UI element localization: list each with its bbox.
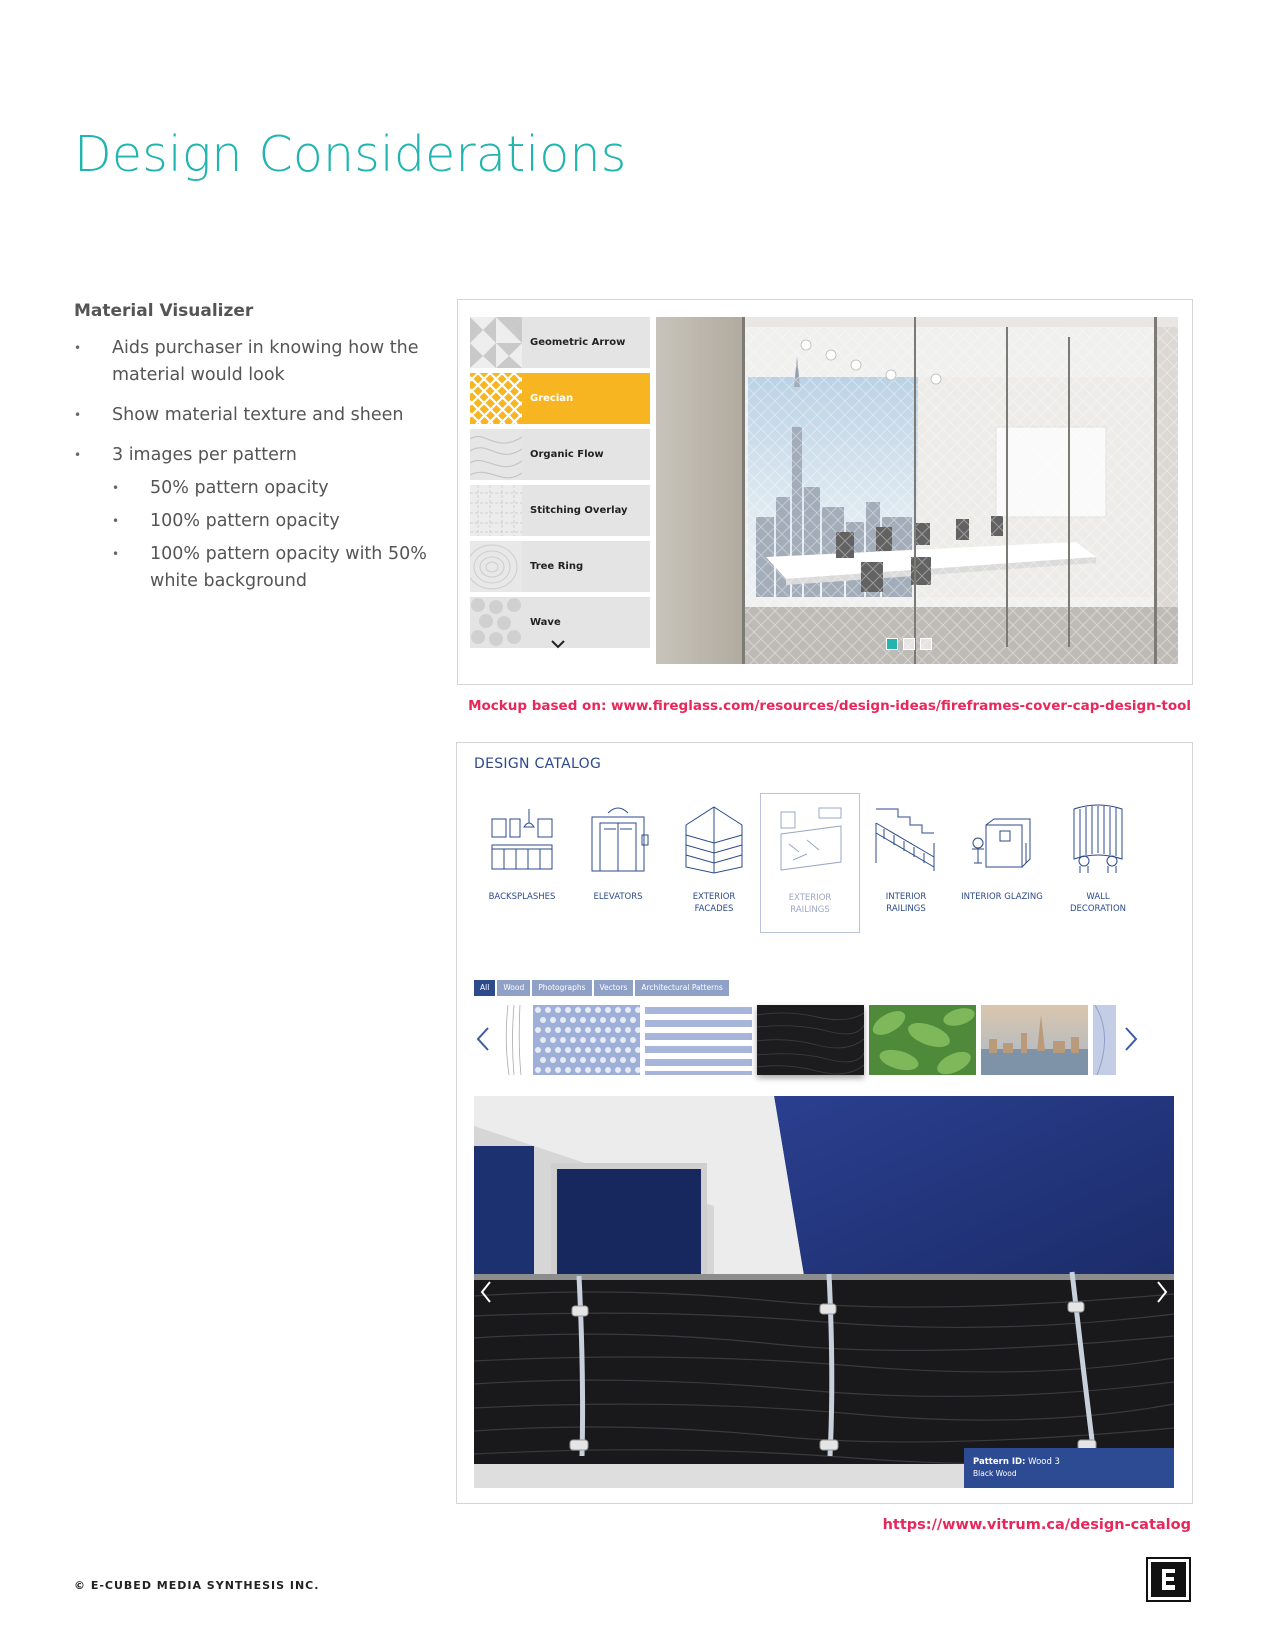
category-label: ELEVATORS — [593, 892, 643, 902]
office-room-illustration — [656, 317, 1178, 664]
pattern-item-organic-flow[interactable]: Organic Flow — [470, 429, 650, 480]
filter-all[interactable]: All — [474, 980, 496, 996]
company-logo — [1146, 1557, 1191, 1602]
pattern-label: Geometric Arrow — [530, 337, 626, 348]
railing-photo — [474, 1096, 1174, 1488]
chevron-down-icon[interactable] — [551, 637, 565, 651]
pattern-tile-lines[interactable] — [502, 1005, 524, 1075]
category-label: INTERIOR RAILINGS — [885, 892, 927, 914]
category-interior-railings[interactable]: INTERIOR RAILINGS — [856, 793, 956, 933]
wave-swatch — [470, 597, 522, 648]
design-catalog-mockup: DESIGN CATALOG BACKSPLASHES ELEVATORS EX… — [456, 742, 1193, 1504]
pattern-tile-leaves[interactable] — [869, 1005, 976, 1075]
pattern-tile-dots[interactable] — [533, 1005, 640, 1075]
pattern-tile-stripes[interactable] — [645, 1005, 752, 1075]
pattern-label: Tree Ring — [530, 561, 584, 572]
pager-dot[interactable] — [903, 638, 915, 650]
category-elevators[interactable]: ELEVATORS — [568, 793, 668, 933]
sub-bullet-text: 100% pattern opacity with 50% white back… — [150, 544, 427, 591]
exterior-railing-icon — [780, 807, 842, 871]
pattern-tile-black-wood[interactable] — [757, 1005, 864, 1075]
mockup-source-link[interactable]: Mockup based on: www.fireglass.com/resou… — [468, 698, 1191, 714]
sub-bullet-text: 100% pattern opacity — [150, 511, 340, 531]
pattern-id-line: Pattern ID: Wood 3 — [973, 1457, 1060, 1467]
pager-dot[interactable] — [886, 638, 898, 650]
bullet-text: Show material texture and sheen — [112, 405, 404, 425]
category-label: EXTERIOR RAILINGS — [788, 893, 832, 915]
railing-preview-image: Pattern ID: Wood 3 Black Wood — [474, 1096, 1174, 1488]
category-label: EXTERIOR FACADES — [692, 892, 736, 914]
material-visualizer-mockup: Geometric Arrow Grecian Organic Flow Sti… — [457, 299, 1193, 685]
footer-copyright: © E-CUBED MEDIA SYNTHESIS INC. — [74, 1579, 320, 1592]
category-backsplashes[interactable]: BACKSPLASHES — [472, 793, 572, 933]
pattern-label: Grecian — [530, 393, 574, 404]
chevron-right-icon[interactable] — [1156, 1280, 1168, 1304]
bullet-text: Aids purchaser in knowing how the materi… — [112, 338, 419, 385]
sub-bullet-text: 50% pattern opacity — [150, 478, 329, 498]
pattern-item-tree-ring[interactable]: Tree Ring — [470, 541, 650, 592]
stitching-overlay-swatch — [470, 485, 522, 536]
pattern-tile-london-city[interactable] — [981, 1005, 1088, 1075]
pattern-tile-partial[interactable] — [1093, 1005, 1116, 1075]
filter-bar: All Wood Photographs Vectors Architectural P… — [474, 975, 731, 996]
bullet-text: 3 images per pattern — [112, 445, 297, 465]
backsplash-icon — [491, 809, 553, 870]
sub-bullet-list: 50% pattern opacity 100% pattern opacity… — [112, 475, 434, 595]
pattern-id-panel: Pattern ID: Wood 3 Black Wood — [964, 1448, 1174, 1488]
category-exterior-railings[interactable]: EXTERIOR RAILINGS — [760, 793, 860, 933]
tree-ring-swatch — [470, 541, 522, 592]
pattern-label: Stitching Overlay — [530, 505, 628, 516]
chevron-right-icon[interactable] — [1124, 1026, 1138, 1052]
bullet-item: Show material texture and sheen — [74, 402, 434, 429]
elevator-icon — [591, 807, 649, 872]
bullet-item: 3 images per pattern 50% pattern opacity… — [74, 442, 434, 595]
page-title: Design Considerations — [74, 126, 627, 183]
pager-dot[interactable] — [920, 638, 932, 650]
category-wall-decoration[interactable]: WALL DECORATION — [1048, 793, 1148, 933]
pattern-item-grecian[interactable]: Grecian — [470, 373, 650, 424]
wall-decoration-icon — [1073, 804, 1123, 873]
bullet-item: Aids purchaser in knowing how the materi… — [74, 335, 434, 389]
chevron-left-icon[interactable] — [480, 1280, 492, 1304]
filter-photographs[interactable]: Photographs — [532, 980, 592, 996]
interior-railing-icon — [875, 808, 935, 871]
image-pager — [886, 635, 937, 654]
category-label: BACKSPLASHES — [488, 892, 556, 902]
category-interior-glazing[interactable]: INTERIOR GLAZING — [952, 793, 1052, 933]
chevron-left-icon[interactable] — [476, 1026, 490, 1052]
pattern-item-geometric-arrow[interactable]: Geometric Arrow — [470, 317, 650, 368]
filter-vectors[interactable]: Vectors — [593, 980, 634, 996]
section-heading: Material Visualizer — [74, 301, 254, 321]
pattern-carousel — [474, 1004, 1174, 1076]
sub-bullet-item: 50% pattern opacity — [112, 475, 434, 502]
catalog-title: DESIGN CATALOG — [474, 756, 602, 772]
grecian-swatch — [470, 373, 522, 424]
sub-bullet-item: 100% pattern opacity — [112, 508, 434, 535]
e-logo-icon — [1151, 1562, 1186, 1597]
category-label: INTERIOR GLAZING — [961, 892, 1043, 902]
filter-architectural-patterns[interactable]: Architectural Patterns — [635, 980, 729, 996]
filter-wood[interactable]: Wood — [497, 980, 531, 996]
category-label: WALL DECORATION — [1069, 892, 1126, 914]
catalog-source-link[interactable]: https://www.vitrum.ca/design-catalog — [883, 1517, 1191, 1533]
pattern-list: Geometric Arrow Grecian Organic Flow Sti… — [470, 317, 650, 653]
pattern-item-stitching-overlay[interactable]: Stitching Overlay — [470, 485, 650, 536]
interior-glazing-icon — [972, 818, 1031, 868]
sub-bullet-item: 100% pattern opacity with 50% white back… — [112, 541, 434, 595]
pattern-label: Organic Flow — [530, 449, 604, 460]
feature-list: Aids purchaser in knowing how the materi… — [74, 335, 434, 608]
organic-flow-swatch — [470, 429, 522, 480]
room-render-image — [656, 317, 1178, 664]
geometric-arrow-swatch — [470, 317, 522, 368]
category-exterior-facades[interactable]: EXTERIOR FACADES — [664, 793, 764, 933]
pattern-name: Black Wood — [973, 1469, 1017, 1478]
facade-icon — [685, 806, 743, 874]
